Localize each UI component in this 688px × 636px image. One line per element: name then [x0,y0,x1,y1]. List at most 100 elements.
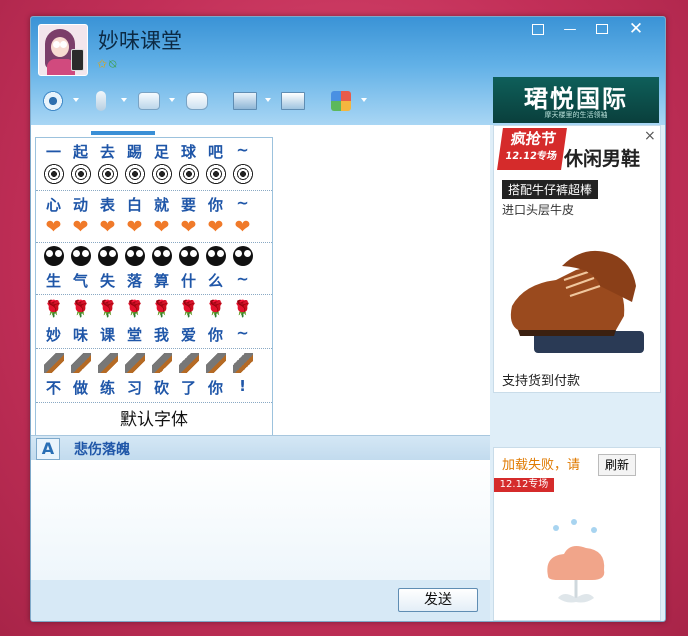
picker-row[interactable]: 一 起 去 踢 足 球 吧 ~ [36,138,272,191]
close-button[interactable]: ✕ [620,17,652,41]
picker-char: 算 [153,272,169,290]
picker-char: 你 [207,379,223,397]
picker-char: 砍 [153,379,169,397]
picker-char: ~ [236,194,249,212]
qzone-icon[interactable]: ⍉ [109,57,116,71]
rose-icon: 🌹 [232,299,253,318]
knife-icon [70,353,91,373]
font-style-button[interactable]: A [36,438,60,460]
angry-face-icon [124,246,145,266]
heart-icon: ❤ [99,216,116,238]
heart-icon: ❤ [126,216,143,238]
message-input[interactable] [31,460,490,580]
angry-face-icon [70,246,91,266]
angry-face-icon [232,246,253,266]
banner-subtitle: 摩天楼里的生活领袖 [544,111,608,119]
heart-icon: ❤ [72,216,89,238]
picker-char: 味 [72,326,88,344]
knife-icon [124,353,145,373]
font-a-icon: A [41,439,55,458]
picker-char: 习 [126,379,142,397]
video-call-button[interactable] [37,88,79,114]
ad-close-button[interactable]: × [644,128,656,144]
soccer-ball-icon [70,164,91,184]
soccer-ball-icon [205,164,226,184]
close-icon: ✕ [628,19,644,39]
picker-char: 白 [126,196,142,214]
minimize-icon: — [563,21,577,37]
picker-row[interactable]: 🌹 🌹 🌹 🌹 🌹 🌹 🌹 🌹 妙 味 课 堂 我 爱 你 ~ [36,294,272,349]
picker-char: 起 [72,143,88,161]
picker-char: 我 [153,326,169,344]
video-call-icon [43,91,63,111]
minimize-button[interactable]: — [554,17,586,41]
picker-char: 吧 [207,143,223,161]
rose-icon: 🌹 [151,299,172,318]
maximize-button[interactable] [586,17,618,41]
message-button[interactable] [181,88,213,114]
picker-char: 心 [45,196,61,214]
side-ad-error: 加载失败，请 刷新 12.12专场 [493,447,661,621]
picker-char: 生 [45,272,61,290]
picker-row[interactable]: 生 气 失 落 算 什 么 ~ [36,242,272,295]
voice-call-button[interactable] [85,88,127,114]
default-font-option[interactable]: 默认字体 [36,402,272,438]
picker-char: ~ [236,270,249,288]
ad-headline: 休闲男鞋 [564,148,641,170]
screen-share-icon [281,92,305,110]
knife-icon [97,353,118,373]
active-tab-indicator [91,131,155,135]
phone-icon [71,49,84,71]
emoji-text-picker: 一 起 去 踢 足 球 吧 ~ 心 动 表 白 就 要 你 ~ ❤ ❤ ❤ ❤ … [35,137,273,439]
rose-icon: 🌹 [43,299,64,318]
picker-char: 失 [99,272,115,290]
ad-subtitle: 进口头层牛皮 [502,203,575,217]
picker-char: 表 [99,196,115,214]
angry-face-icon [205,246,226,266]
message-icon [186,92,208,110]
soccer-ball-icon [43,164,64,184]
picker-char: ~ [236,141,249,159]
rose-icon: 🌹 [124,299,145,318]
knife-icon [178,353,199,373]
rose-icon: 🌹 [205,299,226,318]
angry-face-icon [151,246,172,266]
send-button[interactable]: 发送 [398,588,478,612]
banner-ad[interactable]: 珺悦国际 摩天楼里的生活领袖 [493,77,659,123]
picker-row[interactable]: 心 动 表 白 就 要 你 ~ ❤ ❤ ❤ ❤ ❤ ❤ ❤ ❤ [36,190,272,243]
current-font-name[interactable]: 悲伤落魄 [74,439,130,459]
avatar[interactable] [38,24,88,76]
heart-icon: ❤ [234,216,251,238]
knife-icon [232,353,253,373]
picker-char: ~ [236,324,249,342]
star-icon[interactable]: ✩ [97,57,107,71]
remote-assist-icon [233,92,257,110]
toolbar [37,87,373,115]
rose-icon: 🌹 [97,299,118,318]
load-error-text: 加载失败，请 [502,458,581,473]
apps-button[interactable] [325,88,367,114]
picker-row[interactable]: 不 做 练 习 砍 了 你 ! [36,348,272,403]
picker-char: 什 [180,272,196,290]
picker-char: 你 [207,196,223,214]
picker-char: 练 [99,379,115,397]
refresh-button[interactable]: 刷新 [598,454,636,476]
title-bar: 妙味课堂 ✩ ⍉ — ✕ 珺悦国际 摩天楼里的生活领袖 [31,17,665,125]
picker-char: 了 [180,379,196,397]
angry-face-icon [97,246,118,266]
skin-button[interactable] [522,17,554,41]
side-ad-shoes[interactable]: 疯抢节 12.12专场 休闲男鞋 × 搭配牛仔裤超棒 进口头层牛皮 支持货到付款 [493,125,661,393]
picker-char: 要 [180,196,196,214]
angry-face-icon [43,246,64,266]
soccer-ball-icon [232,164,253,184]
picker-char: 爱 [180,326,196,344]
file-transfer-button[interactable] [133,88,175,114]
remote-assist-button[interactable] [229,88,271,114]
screen-share-button[interactable] [277,88,309,114]
soccer-ball-icon [178,164,199,184]
picker-char: 踢 [126,143,142,161]
knife-icon [43,353,64,373]
maximize-icon [596,24,608,34]
ad-subtitle: 搭配牛仔裤超棒 [502,180,599,199]
cloud-error-icon [547,519,605,603]
